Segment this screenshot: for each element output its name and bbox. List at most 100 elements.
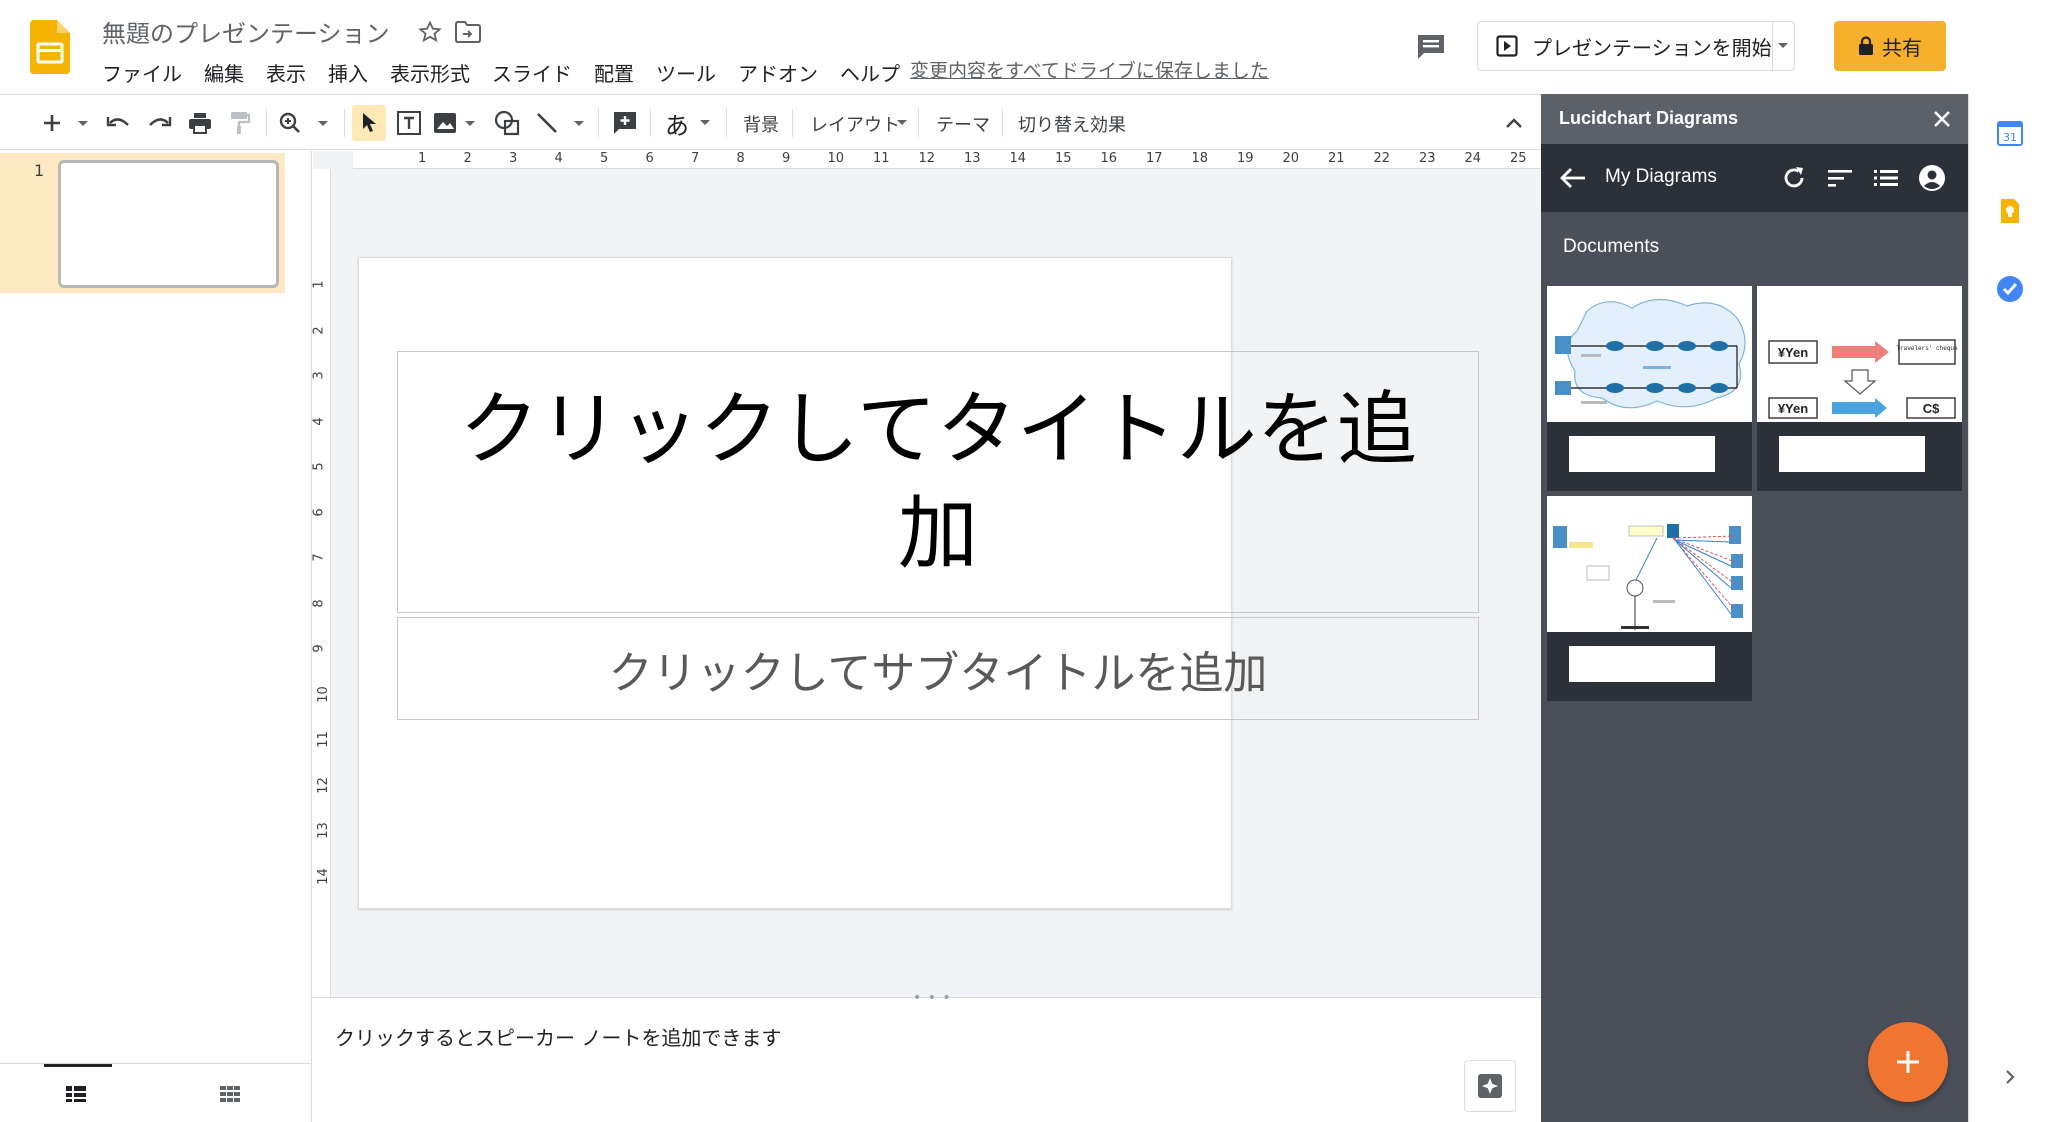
- speaker-notes[interactable]: • • • クリックするとスピーカー ノートを追加できます: [313, 990, 1541, 1122]
- caret-down-icon: [897, 120, 907, 125]
- redo-icon[interactable]: [143, 105, 175, 141]
- toolbar: あ 背景 レイアウト テーマ 切り替え効果: [0, 94, 1541, 150]
- undo-icon[interactable]: [103, 105, 135, 141]
- present-main-button[interactable]: プレゼンテーションを開始: [1478, 22, 1773, 70]
- toolbar-divider: [344, 109, 345, 137]
- speaker-notes-placeholder: クリックするとスピーカー ノートを追加できます: [335, 1026, 782, 1050]
- list-view-icon[interactable]: [1871, 163, 1901, 193]
- ruler-label: 16: [1100, 151, 1118, 166]
- yen-label-bottom: ¥Yen: [1778, 401, 1808, 416]
- share-button[interactable]: 共有: [1834, 21, 1946, 71]
- shape-icon[interactable]: [490, 105, 524, 141]
- menu-arrange[interactable]: 配置: [583, 56, 645, 89]
- text-box-icon[interactable]: [392, 105, 426, 141]
- caret-down-icon: [1778, 43, 1789, 48]
- collapse-toolbar-icon[interactable]: [1498, 105, 1530, 141]
- ruler-label: 22: [1373, 151, 1391, 166]
- ruler-label: 3: [509, 151, 518, 166]
- notes-resize-handle[interactable]: • • •: [913, 990, 952, 1006]
- title-placeholder[interactable]: クリックしてタイトルを追加: [397, 351, 1479, 613]
- toolbar-divider: [918, 109, 919, 137]
- ruler-label: 2: [311, 325, 327, 335]
- star-icon[interactable]: [416, 18, 444, 46]
- background-button[interactable]: 背景: [743, 111, 779, 137]
- ruler-label: 21: [1328, 151, 1345, 166]
- insert-image-icon[interactable]: [432, 105, 480, 141]
- menu-edit[interactable]: 編集: [193, 56, 255, 89]
- ruler-label: 9: [782, 151, 791, 166]
- print-icon[interactable]: [184, 105, 216, 141]
- app-header: 無題のプレゼンテーション ファイル 編集 表示 挿入 表示形式 スライド 配置 …: [0, 0, 2048, 94]
- layout-button[interactable]: レイアウト: [810, 111, 900, 137]
- new-slide-button[interactable]: [34, 105, 94, 141]
- line-tool-icon[interactable]: [534, 105, 590, 141]
- lucidchart-header: Lucidchart Diagrams: [1541, 94, 1968, 144]
- travelers-cheque-label: Travelers' cheque: [1896, 345, 1958, 352]
- ruler-label: 4: [311, 416, 327, 426]
- lock-icon: [1859, 36, 1873, 55]
- tasks-icon[interactable]: [1995, 274, 2025, 304]
- ruler-label: 12: [918, 151, 936, 166]
- add-diagram-button[interactable]: [1868, 1022, 1948, 1102]
- close-icon[interactable]: [1930, 107, 1954, 131]
- zoom-button[interactable]: [278, 105, 334, 141]
- grid-view-icon[interactable]: [210, 1076, 250, 1112]
- ruler-label: 14: [315, 867, 331, 885]
- slides-logo-icon[interactable]: [30, 20, 70, 74]
- menu-help[interactable]: ヘルプ: [829, 56, 911, 89]
- menu-insert[interactable]: 挿入: [317, 56, 379, 89]
- ruler-label: 6: [311, 507, 327, 517]
- caret-down-icon: [700, 120, 710, 125]
- slide-thumbnail[interactable]: [58, 160, 279, 288]
- diagram-card[interactable]: [1547, 496, 1752, 701]
- theme-button[interactable]: テーマ: [936, 111, 990, 137]
- vertical-ruler: 1 2 3 4 5 6 7 8 9 10 11 12 13 14: [311, 169, 331, 997]
- present-dropdown-button[interactable]: [1773, 22, 1794, 70]
- ruler-label: 13: [964, 151, 981, 166]
- move-to-folder-icon[interactable]: [454, 18, 482, 46]
- menu-file[interactable]: ファイル: [100, 56, 193, 89]
- filmstrip-slide[interactable]: 1: [0, 153, 285, 293]
- ruler-label: 6: [645, 151, 654, 166]
- diagram-card[interactable]: [1547, 286, 1752, 491]
- text-style-dropdown[interactable]: あ: [660, 105, 718, 141]
- ruler-label: 12: [315, 776, 331, 794]
- calendar-icon[interactable]: 31: [1995, 118, 2025, 148]
- document-title[interactable]: 無題のプレゼンテーション: [102, 14, 390, 49]
- back-arrow-icon[interactable]: [1559, 164, 1589, 194]
- ruler-label: 23: [1419, 151, 1436, 166]
- account-icon[interactable]: [1917, 163, 1947, 193]
- ruler-label: 25: [1510, 151, 1527, 166]
- filmstrip-view-icon[interactable]: [56, 1076, 96, 1112]
- subtitle-placeholder[interactable]: クリックしてサブタイトルを追加: [397, 617, 1479, 720]
- ruler-label: 18: [1191, 151, 1209, 166]
- diagram-name-field: [1569, 436, 1715, 472]
- sort-icon[interactable]: [1825, 163, 1855, 193]
- chevron-right-icon[interactable]: [1995, 1062, 2025, 1092]
- ruler-label: 14: [1009, 151, 1027, 166]
- menu-tools[interactable]: ツール: [645, 56, 727, 89]
- filmstrip-panel: 1: [0, 151, 312, 1122]
- menu-addons[interactable]: アドオン: [727, 56, 829, 89]
- insert-comment-icon[interactable]: [608, 105, 642, 141]
- save-status-link[interactable]: 変更内容をすべてドライブに保存しました: [910, 56, 1269, 83]
- transition-button[interactable]: 切り替え効果: [1018, 111, 1126, 137]
- refresh-icon[interactable]: [1779, 163, 1809, 193]
- diagram-thumbnail: ¥Yen Travelers' cheque ¥Yen C$: [1757, 286, 1962, 422]
- menu-slide[interactable]: スライド: [481, 56, 583, 89]
- diagram-card[interactable]: ¥Yen Travelers' cheque ¥Yen C$: [1757, 286, 1962, 491]
- explore-button[interactable]: [1464, 1060, 1516, 1112]
- menu-format[interactable]: 表示形式: [379, 56, 481, 89]
- explore-icon: [1478, 1074, 1502, 1098]
- ruler-label: 11: [873, 151, 890, 166]
- present-label: プレゼンテーションを開始: [1532, 35, 1772, 60]
- select-tool-icon[interactable]: [352, 105, 386, 141]
- menu-view[interactable]: 表示: [255, 56, 317, 89]
- ruler-label: 3: [311, 371, 327, 380]
- paint-format-icon[interactable]: [224, 105, 256, 141]
- comment-history-icon[interactable]: [1414, 30, 1448, 64]
- text-style-glyph: あ: [665, 111, 689, 140]
- side-panel-rail: 31: [1968, 94, 2048, 1122]
- ruler-label: 8: [311, 598, 327, 608]
- keep-icon[interactable]: [1995, 196, 2025, 226]
